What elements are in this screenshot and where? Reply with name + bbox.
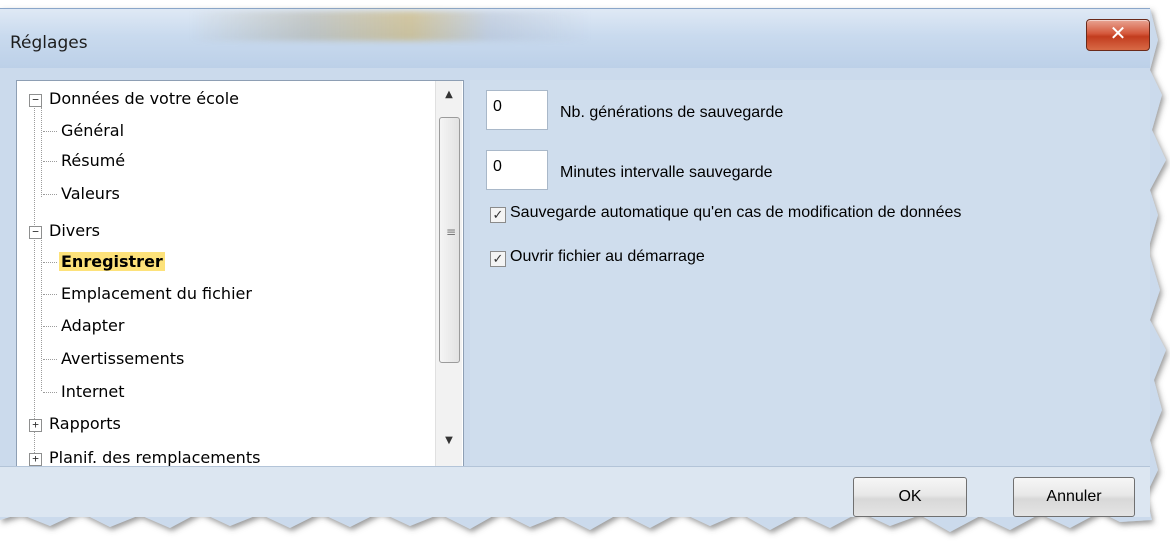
- close-button[interactable]: ✕: [1086, 19, 1150, 51]
- window-title: Réglages: [10, 33, 88, 53]
- auto-save-checkbox-row[interactable]: ✓ Sauvegarde automatique qu'en cas de mod…: [490, 204, 961, 223]
- tree-node-emplacement[interactable]: Emplacement du fichier: [43, 281, 254, 307]
- backup-generations-label: Nb. générations de sauvegarde: [560, 104, 784, 121]
- ok-button[interactable]: OK: [853, 477, 967, 517]
- tree-node-label: Enregistrer: [59, 252, 165, 271]
- tree-node-label: Général: [61, 121, 125, 140]
- auto-save-label: Sauvegarde automatique qu'en cas de modi…: [510, 204, 962, 221]
- tree-node-label: Rapports: [49, 414, 121, 433]
- tree-node-label: Divers: [49, 221, 100, 240]
- tree-node-internet[interactable]: Internet: [43, 379, 127, 405]
- tree-node-general[interactable]: Général: [43, 118, 126, 144]
- tree-node-enregistrer[interactable]: Enregistrer: [43, 249, 165, 275]
- tree-node-donnees[interactable]: − Données de votre école: [29, 86, 241, 112]
- settings-panel: 0 Nb. générations de sauvegarde 0 Minute…: [470, 80, 1150, 466]
- backup-generations-input[interactable]: 0: [486, 90, 548, 130]
- collapse-icon[interactable]: −: [29, 94, 42, 107]
- tree-node-adapter[interactable]: Adapter: [43, 313, 126, 339]
- grip-icon: ≡: [446, 225, 457, 239]
- tree-node-label: Planif. des remplacements: [49, 448, 261, 467]
- tree-scrollbar[interactable]: ▲ ≡ ▼: [435, 81, 462, 467]
- tree-node-divers[interactable]: − Divers: [29, 218, 102, 244]
- tree-node-rapports[interactable]: + Rapports: [29, 411, 123, 437]
- scroll-up-icon[interactable]: ▲: [436, 85, 462, 105]
- settings-window: Réglages ✕ − Données de votre école Géné…: [0, 8, 1150, 517]
- scroll-down-icon[interactable]: ▼: [436, 431, 462, 451]
- tree-node-label: Internet: [61, 382, 125, 401]
- auto-save-checkbox[interactable]: ✓: [490, 207, 506, 223]
- open-on-start-checkbox[interactable]: ✓: [490, 251, 506, 267]
- tree-node-label: Emplacement du fichier: [61, 284, 252, 303]
- tree-node-avertissements[interactable]: Avertissements: [43, 346, 186, 372]
- tree-node-label: Résumé: [61, 151, 126, 170]
- backup-interval-input[interactable]: 0: [486, 150, 548, 190]
- open-on-start-checkbox-row[interactable]: ✓ Ouvrir fichier au démarrage: [490, 248, 705, 267]
- tree-node-resume[interactable]: Résumé: [43, 148, 127, 174]
- tree-node-planif[interactable]: + Planif. des remplacements: [29, 445, 262, 467]
- scroll-thumb[interactable]: ≡: [439, 117, 460, 363]
- expand-icon[interactable]: +: [29, 453, 42, 466]
- collapse-icon[interactable]: −: [29, 226, 42, 239]
- tree-node-label: Adapter: [61, 316, 125, 335]
- settings-tree[interactable]: − Données de votre école Général Résumé …: [16, 80, 464, 468]
- tree-node-label: Avertissements: [61, 349, 185, 368]
- tree-node-valeurs[interactable]: Valeurs: [43, 181, 122, 207]
- backup-interval-label: Minutes intervalle sauvegarde: [560, 164, 773, 181]
- tree-node-label: Valeurs: [61, 184, 120, 203]
- dialog-footer: OK Annuler: [0, 466, 1150, 517]
- expand-icon[interactable]: +: [29, 419, 42, 432]
- cancel-button[interactable]: Annuler: [1013, 477, 1135, 517]
- open-on-start-label: Ouvrir fichier au démarrage: [510, 248, 705, 265]
- close-icon: ✕: [1109, 23, 1127, 45]
- tree-node-label: Données de votre école: [49, 89, 239, 108]
- title-bar: Réglages ✕: [0, 8, 1150, 69]
